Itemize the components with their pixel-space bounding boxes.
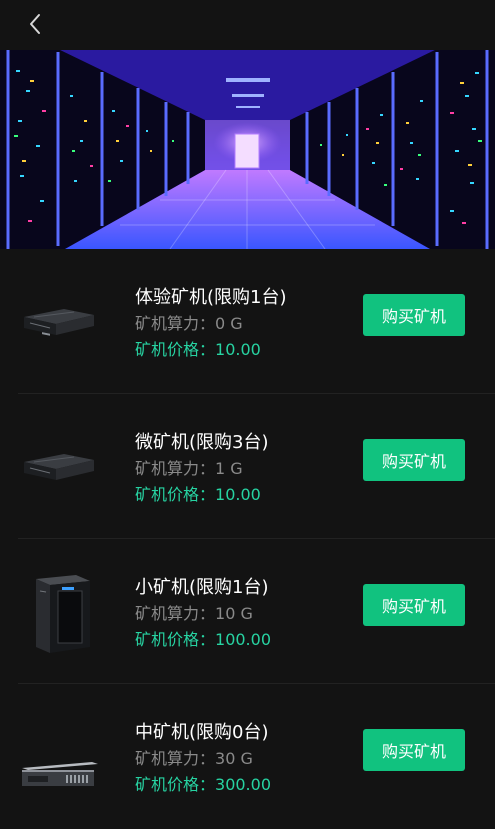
- price-value: 10.00: [215, 485, 261, 504]
- list-item: 体验矿机(限购1台) 矿机算力：0 G 矿机价格：10.00 购买矿机: [18, 249, 495, 394]
- miner-power: 矿机算力：0 G: [135, 311, 287, 337]
- miner-power: 矿机算力：1 G: [135, 456, 269, 482]
- power-label: 矿机算力：: [135, 314, 216, 333]
- miner-info: 微矿机(限购3台) 矿机算力：1 G 矿机价格：10.00: [135, 430, 269, 508]
- miner-list: 体验矿机(限购1台) 矿机算力：0 G 矿机价格：10.00 购买矿机 微矿机(…: [0, 249, 495, 829]
- pc-tower-icon: [36, 575, 90, 653]
- miner-info: 小矿机(限购1台) 矿机算力：10 G 矿机价格：100.00: [135, 575, 271, 653]
- list-item: 小矿机(限购1台) 矿机算力：10 G 矿机价格：100.00 购买矿机: [18, 539, 495, 684]
- power-value: 10 G: [215, 604, 253, 623]
- miner-price: 矿机价格：300.00: [135, 772, 271, 798]
- miner-name: 体验矿机(限购1台): [135, 287, 287, 308]
- price-value: 100.00: [215, 630, 271, 649]
- power-value: 1 G: [215, 459, 243, 478]
- price-label: 矿机价格：: [135, 775, 216, 794]
- miner-power: 矿机算力：30 G: [135, 746, 271, 772]
- miner-price: 矿机价格：100.00: [135, 627, 271, 653]
- buy-miner-button[interactable]: 购买矿机: [363, 439, 465, 481]
- power-value: 30 G: [215, 749, 253, 768]
- miner-price: 矿机价格：10.00: [135, 482, 269, 508]
- server-rack-icon: [24, 309, 94, 336]
- power-label: 矿机算力：: [135, 749, 216, 768]
- buy-miner-button[interactable]: 购买矿机: [363, 729, 465, 771]
- price-label: 矿机价格：: [135, 340, 216, 359]
- power-label: 矿机算力：: [135, 604, 216, 623]
- miner-info: 中矿机(限购0台) 矿机算力：30 G 矿机价格：300.00: [135, 720, 271, 798]
- list-item: 中矿机(限购0台) 矿机算力：30 G 矿机价格：300.00 购买矿机: [18, 684, 495, 829]
- power-label: 矿机算力：: [135, 459, 216, 478]
- banner-image: [0, 50, 495, 249]
- price-value: 300.00: [215, 775, 271, 794]
- top-bar: [0, 0, 495, 50]
- list-item: 微矿机(限购3台) 矿机算力：1 G 矿机价格：10.00 购买矿机: [18, 394, 495, 539]
- power-value: 0 G: [215, 314, 243, 333]
- buy-miner-button[interactable]: 购买矿机: [363, 294, 465, 336]
- buy-miner-button[interactable]: 购买矿机: [363, 584, 465, 626]
- price-label: 矿机价格：: [135, 630, 216, 649]
- miner-power: 矿机算力：10 G: [135, 601, 271, 627]
- rack-server-icon: [22, 762, 98, 786]
- miner-name: 中矿机(限购0台): [135, 722, 269, 743]
- miner-price: 矿机价格：10.00: [135, 337, 287, 363]
- chevron-left-icon: [30, 14, 40, 34]
- price-label: 矿机价格：: [135, 485, 216, 504]
- miner-name: 微矿机(限购3台): [135, 432, 269, 453]
- server-room-image: [0, 50, 495, 249]
- miner-name: 小矿机(限购1台): [135, 577, 269, 598]
- miner-info: 体验矿机(限购1台) 矿机算力：0 G 矿机价格：10.00: [135, 285, 287, 363]
- back-button[interactable]: [22, 10, 50, 38]
- server-rack-icon: [24, 454, 94, 480]
- price-value: 10.00: [215, 340, 261, 359]
